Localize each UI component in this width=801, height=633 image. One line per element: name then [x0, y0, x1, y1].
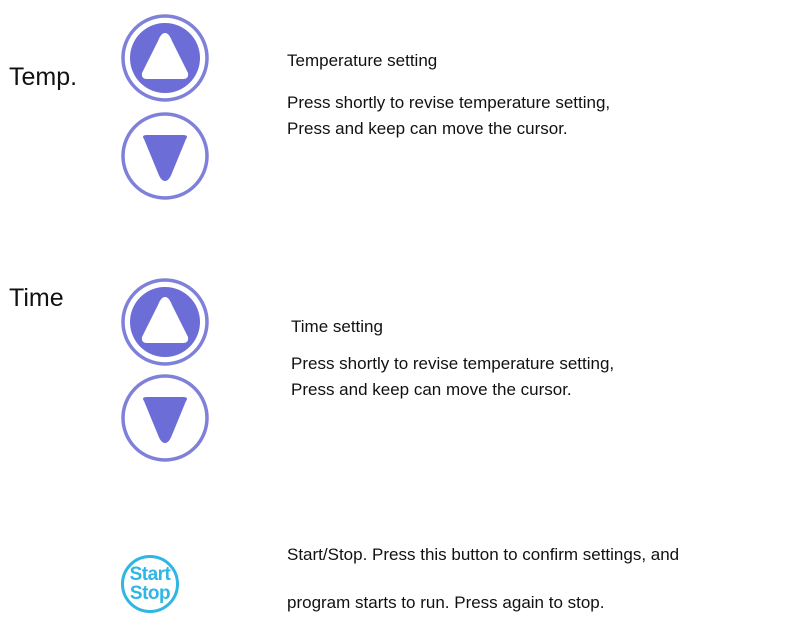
start-stop-button-stop-label: Stop	[129, 583, 171, 604]
temperature-setting-line-1: Press shortly to revise temperature sett…	[287, 93, 611, 112]
temperature-setting-title: Temperature setting	[287, 51, 438, 70]
start-stop-button-start-label: Start	[129, 564, 171, 585]
start-stop-description-line-1: Start/Stop. Press this button to confirm…	[287, 545, 680, 564]
start-stop-button[interactable]: Start Stop	[121, 555, 179, 613]
start-stop-description-line-2: program starts to run. Press again to st…	[287, 593, 605, 612]
time-section-label: Time	[9, 284, 64, 312]
time-setting-line-1: Press shortly to revise temperature sett…	[291, 354, 615, 373]
arrow-up-circle-icon	[121, 14, 209, 102]
time-setting-line-2: Press and keep can move the cursor.	[291, 380, 572, 399]
temperature-up-button[interactable]	[120, 13, 210, 103]
time-up-button[interactable]	[120, 277, 210, 367]
temperature-setting-line-2: Press and keep can move the cursor.	[287, 119, 568, 138]
temperature-section-label: Temp.	[9, 63, 78, 91]
arrow-up-circle-icon	[121, 278, 209, 366]
arrow-down-circle-icon	[121, 374, 209, 462]
time-down-button[interactable]	[120, 373, 210, 463]
temperature-down-button[interactable]	[120, 111, 210, 201]
arrow-down-circle-icon	[121, 112, 209, 200]
time-setting-title: Time setting	[291, 317, 383, 336]
